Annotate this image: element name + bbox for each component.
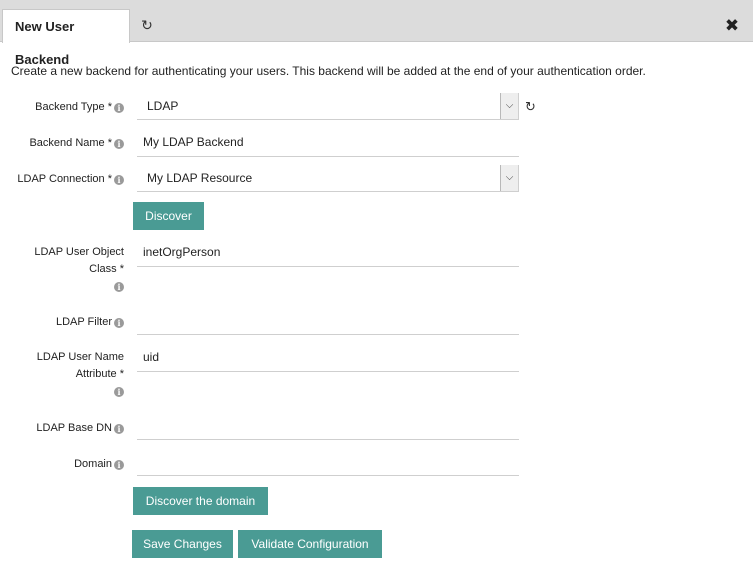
backend-type-select[interactable]: LDAP ⌵ [137,93,519,120]
info-icon[interactable]: i [114,139,124,149]
ldap-filter-label: LDAP Filter i [56,314,124,331]
ldap-connection-select[interactable]: My LDAP Resource ⌵ [137,165,519,192]
user-name-attribute-label: LDAP User Name Attribute * i [36,351,124,397]
save-changes-button[interactable]: Save Changes [132,530,233,558]
discover-domain-button[interactable]: Discover the domain [133,487,268,515]
info-icon[interactable]: i [114,282,124,292]
domain-label: Domain i [74,456,124,473]
backend-name-input[interactable]: My LDAP Backend [137,129,519,157]
chevron-down-icon[interactable]: ⌵ [500,165,518,191]
user-object-class-input[interactable]: inetOrgPerson [137,239,519,267]
info-icon[interactable]: i [114,103,124,113]
info-icon[interactable]: i [114,460,124,470]
domain-input[interactable] [137,448,519,476]
ldap-connection-label: LDAP Connection * i [17,171,124,188]
ldap-filter-input[interactable] [137,307,519,335]
user-name-attribute-input[interactable]: uid [137,344,519,372]
info-icon[interactable]: i [114,424,124,434]
info-icon[interactable]: i [114,175,124,185]
validate-configuration-button[interactable]: Validate Configuration [238,530,382,558]
tab-new-user-backend[interactable]: New User Backend [2,9,130,67]
base-dn-input[interactable] [137,412,519,440]
tab-bar: New User Backend ↻ ✖ [0,0,753,67]
chevron-down-icon[interactable]: ⌵ [500,93,518,119]
base-dn-label: LDAP Base DN i [36,420,124,437]
backend-name-label: Backend Name * i [29,135,124,152]
backend-type-label: Backend Type * i [35,99,124,116]
info-icon[interactable]: i [114,318,124,328]
close-icon[interactable]: ✖ [723,16,741,36]
discover-button[interactable]: Discover [133,202,204,230]
user-object-class-label: LDAP User Object Class * i [34,246,124,292]
info-icon[interactable]: i [114,387,124,397]
backend-type-refresh-icon[interactable]: ↻ [525,98,536,116]
refresh-icon[interactable]: ↻ [138,16,156,34]
page-description: Create a new backend for authenticating … [11,64,646,78]
